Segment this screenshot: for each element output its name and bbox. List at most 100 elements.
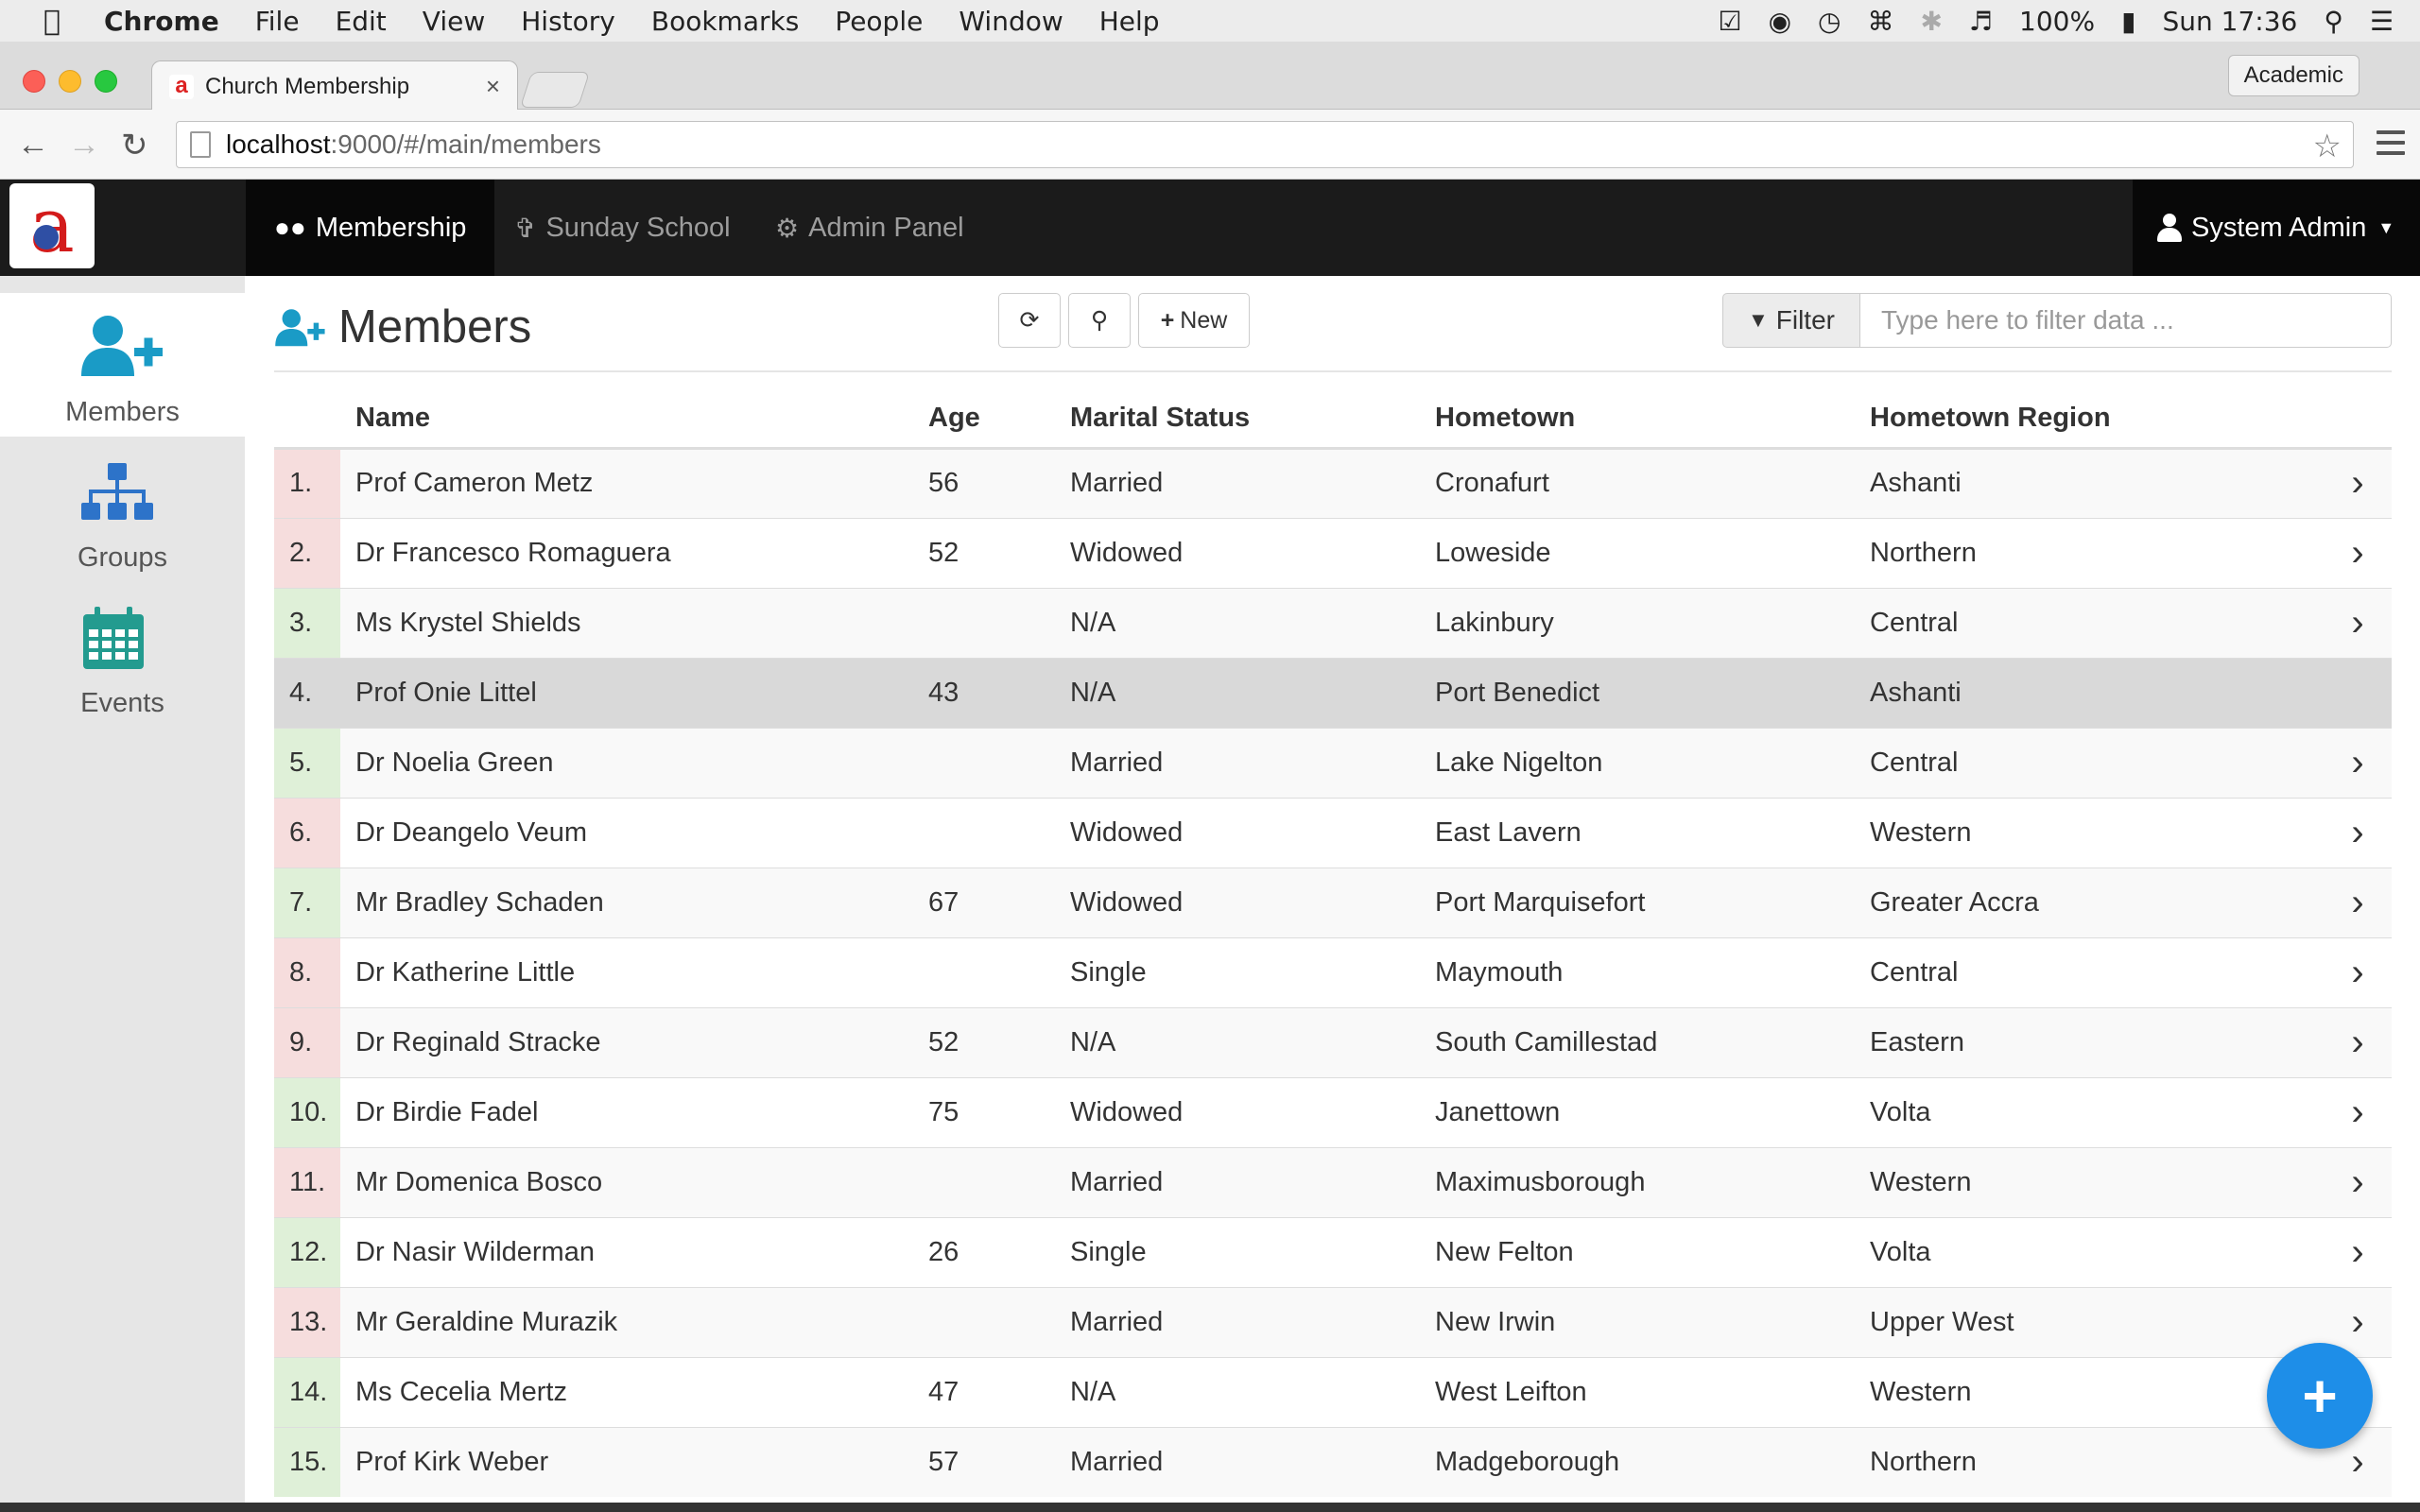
table-row[interactable]: 9. Dr Reginald Stracke 52 N/A South Camilles… <box>274 1006 2392 1077</box>
bluetooth-icon[interactable]: ✱ <box>1920 6 1942 37</box>
member-hometown: Maymouth <box>1435 936 1870 1007</box>
chevron-right-icon[interactable]: › <box>2324 657 2392 728</box>
volume-icon[interactable]: ♬ <box>1969 6 1993 37</box>
new-tab-button[interactable] <box>519 72 591 108</box>
chevron-right-icon[interactable]: › <box>2324 1146 2392 1217</box>
chrome-menu-icon[interactable] <box>2377 130 2405 157</box>
sidebar-groups-label: Groups <box>77 542 168 573</box>
nav-membership[interactable]: ●● Membership <box>246 180 495 276</box>
reload-icon[interactable]: ↻ <box>121 127 148 164</box>
new-member-button[interactable]: + New <box>1138 293 1250 348</box>
battery-percent[interactable]: 100% <box>2019 6 2095 37</box>
member-marital-status: N/A <box>1070 1006 1435 1077</box>
table-row[interactable]: 8. Dr Katherine Little Single Maymouth Centr… <box>274 936 2392 1007</box>
nav-admin-panel[interactable]: ⚙ Admin Panel <box>747 180 993 276</box>
table-row[interactable]: 15. Prof Kirk Weber 57 Married Madgeborough N… <box>274 1426 2392 1497</box>
filter-button[interactable]: ▼ Filter <box>1722 293 1860 348</box>
table-row[interactable]: 6. Dr Deangelo Veum Widowed East Lavern West… <box>274 797 2392 868</box>
clock[interactable]: Sun 17:36 <box>2163 6 2298 37</box>
address-bar[interactable]: localhost:9000/#/main/members ☆ <box>176 121 2354 168</box>
column-header-name[interactable]: Name <box>340 389 928 450</box>
users-icon: ●● <box>274 213 306 242</box>
filter-icon: ▼ <box>1747 308 1769 332</box>
window-zoom-button[interactable] <box>95 70 117 93</box>
table-row[interactable]: 1. Prof Cameron Metz 56 Married Cronafurt Ash… <box>274 447 2392 518</box>
table-row[interactable]: 14. Ms Cecelia Mertz 47 N/A West Leifton West… <box>274 1356 2392 1427</box>
back-arrow-icon[interactable]: ← <box>17 127 49 163</box>
filter-input[interactable] <box>1860 293 2392 348</box>
church-logo[interactable]: a <box>9 183 95 268</box>
table-row[interactable]: 13. Mr Geraldine Murazik Married New Irwin U… <box>274 1286 2392 1357</box>
member-hometown-region: Ashanti <box>1870 447 2324 518</box>
column-header-age[interactable]: Age <box>928 389 1070 450</box>
chevron-right-icon[interactable]: › <box>2324 1006 2392 1077</box>
bookmark-star-icon[interactable]: ☆ <box>2313 128 2342 165</box>
member-hometown-region: Northern <box>1870 1426 2324 1497</box>
menu-edit[interactable]: Edit <box>336 6 387 37</box>
sidebar-item-members[interactable]: Members <box>0 293 245 437</box>
column-header-marital-status[interactable]: Marital Status <box>1070 389 1435 450</box>
member-marital-status: N/A <box>1070 587 1435 658</box>
table-row[interactable]: 5. Dr Noelia Green Married Lake Nigelton Cen… <box>274 727 2392 798</box>
sidebar-item-groups[interactable]: Groups <box>0 438 245 582</box>
chevron-right-icon[interactable]: › <box>2324 797 2392 868</box>
column-header-hometown-region[interactable]: Hometown Region <box>1870 389 2324 450</box>
apple-icon[interactable]:  <box>0 5 104 38</box>
user-plus-icon <box>81 316 163 376</box>
chevron-right-icon[interactable]: › <box>2324 936 2392 1007</box>
chevron-right-icon[interactable]: › <box>2324 867 2392 937</box>
row-number: 14. <box>274 1356 340 1427</box>
browser-toolbar: ← → ↻ localhost:9000/#/main/members ☆ <box>0 110 2420 180</box>
refresh-icon: ⟳ <box>1019 307 1040 334</box>
notification-center-icon[interactable]: ☰ <box>2370 6 2394 37</box>
battery-icon[interactable]: ▮ <box>2121 6 2135 37</box>
chevron-right-icon[interactable]: › <box>2324 1076 2392 1147</box>
menu-window[interactable]: Window <box>959 6 1063 37</box>
chevron-right-icon[interactable]: › <box>2324 727 2392 798</box>
table-row[interactable]: 4. Prof Onie Littel 43 N/A Port Benedict Asha… <box>274 657 2392 728</box>
menu-help[interactable]: Help <box>1099 6 1160 37</box>
nav-sunday-school[interactable]: ✞ Sunday School <box>486 180 759 276</box>
refresh-button[interactable]: ⟳ <box>998 293 1061 348</box>
table-row[interactable]: 12. Dr Nasir Wilderman 26 Single New Felton V… <box>274 1216 2392 1287</box>
add-floating-button[interactable]: + <box>2267 1343 2373 1449</box>
menu-bookmarks[interactable]: Bookmarks <box>651 6 799 37</box>
profile-button[interactable]: Academic <box>2227 55 2360 96</box>
chevron-right-icon[interactable]: › <box>2324 1216 2392 1287</box>
time-machine-icon[interactable]: ◷ <box>1818 6 1841 37</box>
member-age <box>928 727 1070 798</box>
user-menu-dropdown[interactable]: System Admin ▼ <box>2133 180 2420 276</box>
menu-app[interactable]: Chrome <box>104 6 219 37</box>
page-header: Members ⟳ ⚲ + New ▼ Filter <box>274 276 2392 372</box>
menu-people[interactable]: People <box>835 6 923 37</box>
tab-close-icon[interactable]: × <box>486 72 500 101</box>
column-header-hometown[interactable]: Hometown <box>1435 389 1870 450</box>
filter-label: Filter <box>1775 305 1835 335</box>
table-row[interactable]: 3. Ms Krystel Shields N/A Lakinbury Central › <box>274 587 2392 658</box>
member-marital-status: Married <box>1070 727 1435 798</box>
search-button[interactable]: ⚲ <box>1068 293 1131 348</box>
wifi-icon[interactable]: ⌘ <box>1867 6 1893 37</box>
browser-tab[interactable]: a Church Membership × <box>151 60 518 112</box>
member-hometown-region: Central <box>1870 727 2324 798</box>
menu-history[interactable]: History <box>521 6 615 37</box>
table-row[interactable]: 7. Mr Bradley Schaden 67 Widowed Port Marqui… <box>274 867 2392 937</box>
chevron-right-icon[interactable]: › <box>2324 447 2392 518</box>
member-hometown-region: Volta <box>1870 1076 2324 1147</box>
menu-view[interactable]: View <box>423 6 485 37</box>
chevron-right-icon[interactable]: › <box>2324 587 2392 658</box>
table-row[interactable]: 10. Dr Birdie Fadel 75 Widowed Janettown Volt… <box>274 1076 2392 1147</box>
chevron-right-icon[interactable]: › <box>2324 517 2392 588</box>
window-close-button[interactable] <box>23 70 45 93</box>
sidebar-item-events[interactable]: Events <box>0 584 245 728</box>
spotlight-search-icon[interactable]: ⚲ <box>2324 6 2343 37</box>
table-row[interactable]: 2. Dr Francesco Romaguera 52 Widowed Lowesid… <box>274 517 2392 588</box>
table-row[interactable]: 11. Mr Domenica Bosco Married Maximusboroug… <box>274 1146 2392 1217</box>
checklist-icon[interactable]: ☑ <box>1718 6 1741 37</box>
forward-arrow-icon[interactable]: → <box>68 127 100 163</box>
row-number: 1. <box>274 447 340 518</box>
evernote-icon[interactable]: ◉ <box>1769 6 1791 37</box>
member-hometown-region: Eastern <box>1870 1006 2324 1077</box>
menu-file[interactable]: File <box>255 6 300 37</box>
window-minimize-button[interactable] <box>59 70 81 93</box>
